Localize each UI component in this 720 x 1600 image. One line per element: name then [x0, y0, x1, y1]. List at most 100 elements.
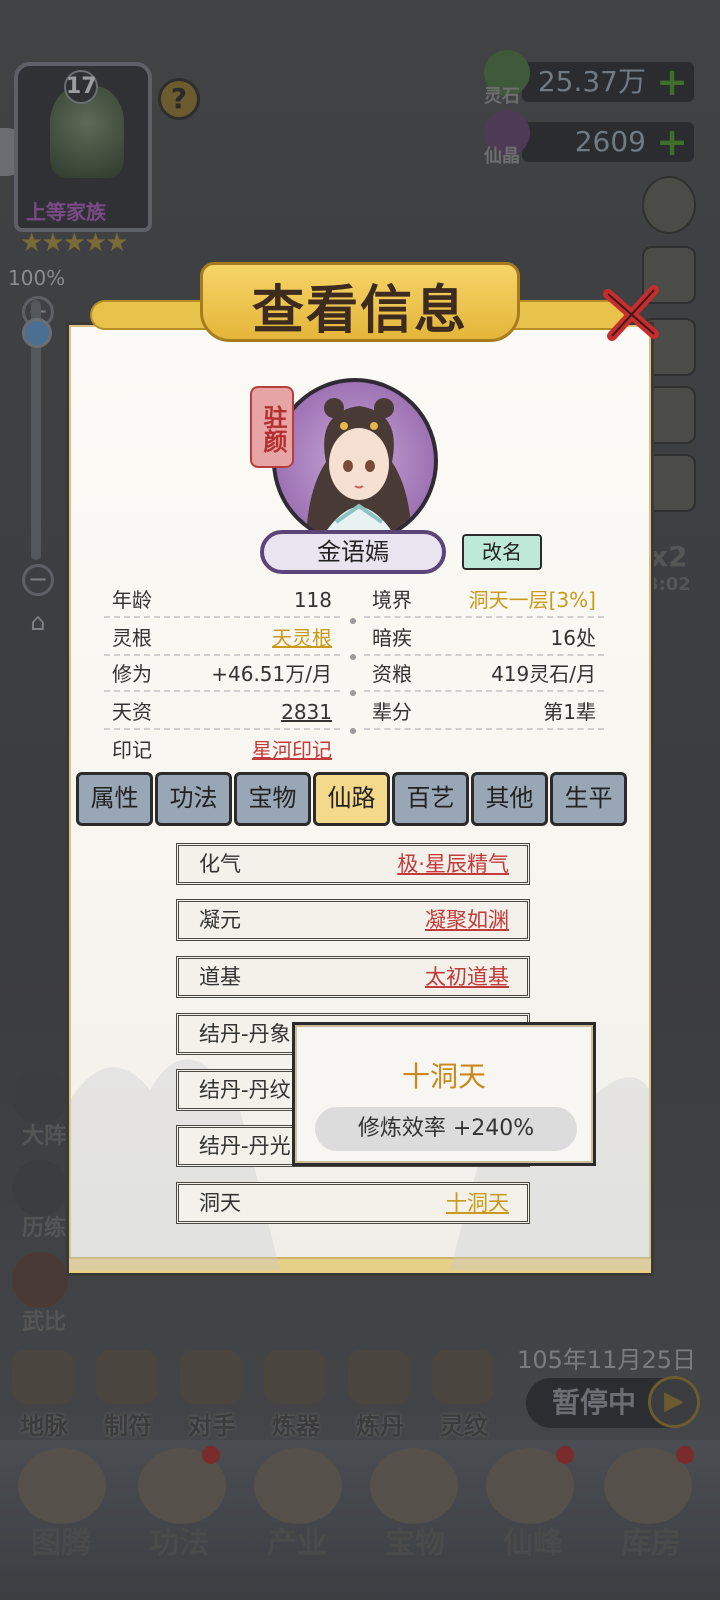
info-value: 16处	[550, 626, 596, 650]
nav-technique[interactable]: 功法	[126, 1518, 232, 1562]
info-value: +46.51万/月	[211, 662, 332, 686]
path-label: 洞天	[199, 1191, 241, 1215]
talent-link[interactable]: 2831	[281, 694, 332, 730]
shortcut-talisman[interactable]: 制符	[96, 1350, 160, 1441]
spirit-stone-label: 灵石	[484, 86, 520, 107]
spirit-stone-add-button[interactable]: +	[656, 62, 688, 102]
spirit-stone-value: 25.37万	[537, 65, 646, 98]
zoom-percent: 100%	[8, 266, 66, 290]
tab-treasures[interactable]: 宝物	[234, 772, 311, 826]
info-tabs: 属性 功法 宝物 仙路 百艺 其他 生平	[76, 772, 627, 826]
talisman-icon	[96, 1350, 158, 1404]
spirit-stone-counter: 25.37万 +	[522, 62, 694, 102]
path-label: 凝元	[199, 908, 241, 932]
path-label: 结丹-丹象	[199, 1022, 291, 1046]
info-label: 天资	[112, 700, 152, 724]
shortcut-label: 炼丹	[356, 1412, 404, 1440]
path-label: 结丹-丹纹	[199, 1078, 291, 1102]
pause-toggle[interactable]: 暂停中 ▶	[526, 1376, 700, 1428]
info-label: 年龄	[112, 588, 152, 612]
info-realm: 境界 洞天一层[3%]	[364, 582, 604, 618]
character-name: 金语嫣	[260, 530, 446, 574]
path-label: 化气	[199, 852, 241, 876]
immortal-crystal-add-button[interactable]: +	[656, 122, 688, 162]
play-icon[interactable]: ▶	[648, 1376, 700, 1428]
shortcut-label: 炼器	[272, 1412, 320, 1440]
info-mark: 印记 星河印记	[104, 732, 340, 768]
cave-heaven-tooltip: 十洞天 修炼效率 +240%	[292, 1022, 596, 1166]
tab-attributes[interactable]: 属性	[76, 772, 153, 826]
path-value-link[interactable]: 极·星辰精气	[397, 846, 509, 882]
info-cultivation: 修为 +46.51万/月	[104, 656, 340, 692]
notification-dot	[676, 1446, 694, 1464]
settings-gear-icon[interactable]	[642, 176, 696, 234]
path-label: 结丹-丹光	[199, 1134, 291, 1158]
immortal-crystal-counter: 2609 +	[522, 122, 694, 162]
info-label: 暗疾	[372, 626, 412, 650]
spirit-root-link[interactable]: 天灵根	[272, 620, 332, 656]
tooltip-title: 十洞天	[401, 1060, 486, 1093]
character-portrait	[272, 378, 438, 544]
training-label: 历练	[22, 1216, 67, 1241]
tab-biography[interactable]: 生平	[550, 772, 627, 826]
rival-icon	[180, 1350, 242, 1404]
mark-link[interactable]: 星河印记	[252, 732, 332, 768]
martial-contest-icon[interactable]	[12, 1252, 68, 1308]
help-button[interactable]: ?	[158, 78, 200, 120]
location-icon[interactable]: ⌂	[22, 610, 54, 642]
info-label: 辈分	[372, 700, 412, 724]
path-value-link[interactable]: 十洞天	[446, 1185, 509, 1221]
zoom-slider-thumb[interactable]	[22, 318, 52, 348]
nav-storage[interactable]: 库房	[598, 1518, 704, 1562]
info-value: 419灵石/月	[491, 662, 596, 686]
formation-label: 大阵	[22, 1124, 67, 1149]
path-row-qi: 化气 极·星辰精气	[176, 843, 530, 885]
clan-rank: 上等家族	[26, 200, 106, 224]
tab-techniques[interactable]: 功法	[155, 772, 232, 826]
alchemy-icon	[348, 1350, 410, 1404]
portrait-illustration	[306, 398, 412, 540]
training-icon[interactable]	[12, 1160, 68, 1216]
path-row-foundation: 道基 太初道基	[176, 956, 530, 998]
immortal-crystal-value: 2609	[574, 125, 646, 158]
nav-peak[interactable]: 仙峰	[480, 1518, 586, 1562]
shortcut-rune[interactable]: 灵纹	[432, 1350, 496, 1441]
formation-icon[interactable]	[12, 1068, 68, 1124]
totem-icon[interactable]	[18, 1448, 106, 1524]
shortcut-ley-line[interactable]: 地脉	[12, 1350, 76, 1441]
game-date: 105年11月25日	[517, 1346, 696, 1374]
shortcut-label: 制符	[104, 1412, 152, 1440]
industry-icon[interactable]	[254, 1448, 342, 1524]
zoom-out-button[interactable]: −	[22, 564, 54, 596]
notification-dot	[556, 1446, 574, 1464]
info-hidden-ailment: 暗疾 16处	[364, 620, 604, 656]
path-value-link[interactable]: 凝聚如渊	[425, 902, 509, 938]
close-icon[interactable]	[600, 284, 664, 344]
shortcut-rival[interactable]: 对手	[180, 1350, 244, 1441]
shortcut-alchemy[interactable]: 炼丹	[348, 1350, 412, 1441]
rename-button[interactable]: 改名	[462, 534, 542, 570]
info-label: 修为	[112, 662, 152, 686]
info-provision: 资粮 419灵石/月	[364, 656, 604, 692]
treasure-icon[interactable]	[370, 1448, 458, 1524]
separator-dot	[350, 728, 356, 734]
martial-contest-label: 武比	[22, 1310, 67, 1335]
speed-multiplier[interactable]: x2	[650, 540, 688, 573]
tab-immortal-path[interactable]: 仙路	[313, 772, 390, 826]
pause-label: 暂停中	[552, 1386, 637, 1419]
separator-dot	[350, 654, 356, 660]
shortcut-forging[interactable]: 炼器	[264, 1350, 328, 1441]
nav-totem[interactable]: 图腾	[8, 1518, 114, 1562]
tooltip-stat: 修炼效率 +240%	[315, 1107, 577, 1151]
info-label: 灵根	[112, 626, 152, 650]
path-value-link[interactable]: 太初道基	[425, 959, 509, 995]
forging-icon	[264, 1350, 326, 1404]
path-label: 道基	[199, 965, 241, 989]
dialog-title: 查看信息	[251, 281, 468, 341]
tab-other[interactable]: 其他	[471, 772, 548, 826]
tab-arts[interactable]: 百艺	[392, 772, 469, 826]
nav-industry[interactable]: 产业	[244, 1518, 350, 1562]
info-age: 年龄 118	[104, 582, 340, 618]
nav-treasure[interactable]: 宝物	[362, 1518, 468, 1562]
shortcut-label: 灵纹	[440, 1412, 488, 1440]
